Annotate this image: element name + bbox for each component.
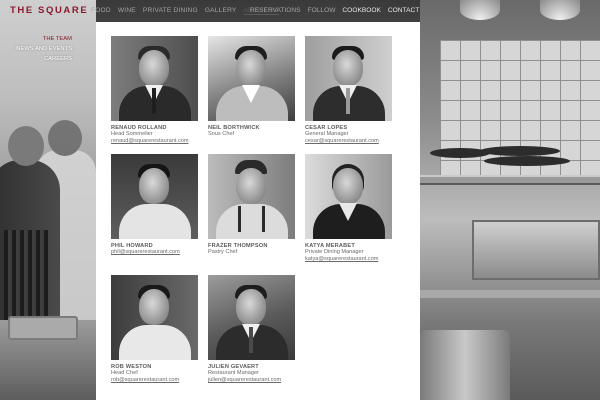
background-steel-tray: [472, 220, 600, 280]
subnav-item-news-and-events[interactable]: NEWS AND EVENTS: [0, 44, 72, 54]
team-member-card: FRAZER THOMPSON Pastry Chef: [208, 154, 295, 256]
team-member-email-link[interactable]: renaud@squarerestaurant.com: [111, 138, 198, 145]
team-member-card: NEIL BORTHWICK Sous Chef: [208, 36, 295, 138]
nav-item-private-dining[interactable]: PRIVATE DINING: [143, 7, 198, 15]
team-member-card: CESAR LOPES General Manager cesar@square…: [305, 36, 392, 145]
nav-item-wine[interactable]: WINE: [118, 7, 136, 15]
team-member-role: Pastry Chef: [208, 249, 238, 255]
background-lamp: [540, 0, 580, 20]
team-member-role: Private Dining Manager: [305, 249, 364, 255]
team-member-photo: [208, 275, 295, 360]
subnav-item-the-team[interactable]: THE TEAM: [0, 34, 72, 44]
team-member-photo: [111, 154, 198, 239]
subnav-item-careers[interactable]: CAREERS: [0, 54, 72, 64]
team-member-email-link[interactable]: rob@squarerestaurant.com: [111, 377, 198, 384]
team-member-card: ROB WESTON Head Chef rob@squarerestauran…: [111, 275, 198, 384]
background-pan: [480, 146, 560, 156]
nav-item-reservations[interactable]: RESERVATIONS: [250, 7, 301, 14]
nav-item-food[interactable]: FOOD: [91, 7, 111, 15]
team-member-email-link[interactable]: katya@squarerestaurant.com: [305, 256, 392, 263]
team-member-photo: [305, 36, 392, 121]
team-member-card: JULIEN GEVAERT Restaurant Manager julien…: [208, 275, 295, 384]
team-member-card: PHIL HOWARD phil@squarerestaurant.com: [111, 154, 198, 256]
background-rack: [420, 290, 600, 298]
team-member-card: RENAUD ROLLAND Head Sommelier renaud@squ…: [111, 36, 198, 145]
background-pot: [420, 330, 510, 400]
team-panel: RENAUD ROLLAND Head Sommelier renaud@squ…: [96, 22, 420, 400]
team-member-photo: [111, 36, 198, 121]
background-lamp: [460, 0, 500, 20]
main-nav-continued: RESERVATIONS FOLLOW COOKBOOK CONTACT: [250, 7, 419, 14]
team-member-email-link[interactable]: phil@squarerestaurant.com: [111, 249, 198, 256]
background-right-kitchen: [420, 0, 600, 400]
team-member-photo: [208, 36, 295, 121]
team-member-role: Restaurant Manager: [208, 370, 259, 376]
background-pan: [484, 156, 570, 166]
team-member-photo: [111, 275, 198, 360]
team-member-card: KATYA MERABET Private Dining Manager kat…: [305, 154, 392, 263]
team-member-role: General Manager: [305, 131, 349, 137]
top-bar: THE SQUARE FOOD WINE PRIVATE DINING GALL…: [0, 0, 420, 22]
team-member-role: Head Sommelier: [111, 131, 153, 137]
team-member-email-link[interactable]: julien@squarerestaurant.com: [208, 377, 295, 384]
about-subnav: THE TEAM NEWS AND EVENTS CAREERS: [0, 34, 72, 64]
team-member-role: Head Chef: [111, 370, 138, 376]
team-member-photo: [208, 154, 295, 239]
nav-item-contact[interactable]: CONTACT: [388, 7, 419, 14]
site-logo[interactable]: THE SQUARE: [10, 5, 88, 16]
nav-item-follow[interactable]: FOLLOW: [308, 7, 336, 14]
nav-item-cookbook[interactable]: COOKBOOK: [342, 7, 380, 14]
team-member-email-link[interactable]: cesar@squarerestaurant.com: [305, 138, 392, 145]
nav-item-gallery[interactable]: GALLERY: [205, 7, 237, 15]
team-member-role: Sous Chef: [208, 131, 235, 137]
team-member-photo: [305, 154, 392, 239]
background-shelf: [420, 175, 600, 185]
background-tray: [8, 316, 78, 340]
